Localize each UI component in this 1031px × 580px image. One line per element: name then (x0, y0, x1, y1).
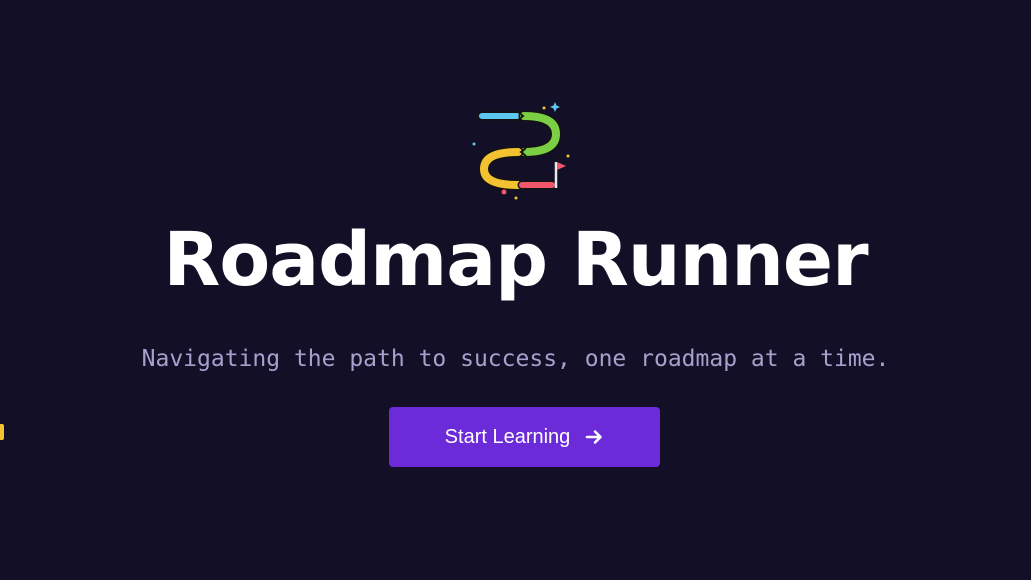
landing-page: Roadmap Runner Navigating the path to su… (0, 0, 1031, 580)
roadmap-logo-icon (468, 96, 580, 202)
page-title: Roadmap Runner (163, 217, 868, 303)
start-learning-label: Start Learning (444, 425, 571, 448)
arrow-right-icon (584, 427, 604, 447)
page-subtitle: Navigating the path to success, one road… (141, 346, 890, 372)
edge-decoration (0, 424, 4, 440)
start-learning-button[interactable]: Start Learning (389, 407, 660, 467)
